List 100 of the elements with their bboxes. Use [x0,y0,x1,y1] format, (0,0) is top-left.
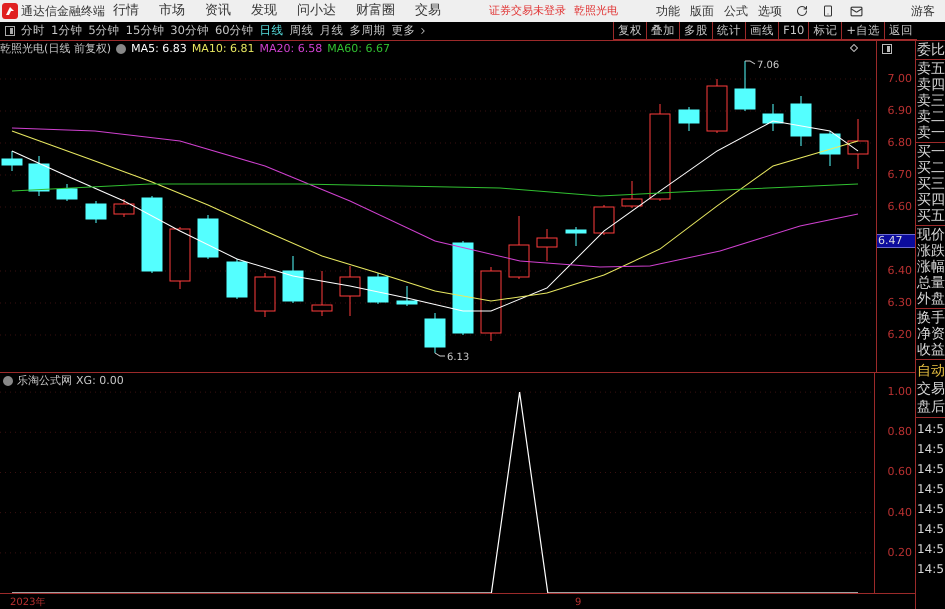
login-status: 证券交易未登录 [489,2,566,19]
leader-line [744,60,756,64]
candlestick [622,180,642,208]
tool-button[interactable]: 多股 [679,22,712,40]
tool-button[interactable]: F10 [778,22,808,40]
menu-item[interactable]: 功能 [656,2,680,20]
moving-average-value: MA10: 6.81 [192,40,255,57]
quote-label: 涨跌 [916,243,945,259]
menu-item[interactable]: 财富圈 [356,1,395,21]
current-price-tag: 6.47 [877,234,915,248]
menu-item[interactable]: 市场 [159,1,185,21]
tool-button[interactable]: 叠加 [646,22,680,40]
app-title: 通达信金融终端 [21,3,106,20]
candlestick [170,226,190,290]
quote-label: 买五 [916,208,945,224]
candlestick [734,60,756,112]
candlestick [312,270,332,316]
period-tab[interactable]: 1分钟 [51,22,82,40]
date-axis-label: 2023年 [10,596,46,609]
period-tab[interactable]: 月线 [320,22,344,40]
trade-time: 14:5 [916,521,945,537]
price-tick-label: 6.20 [888,329,912,341]
candlestick [536,228,558,262]
price-tick-label: 6.30 [888,297,912,309]
quote-label: 卖二 [916,109,945,125]
quote-label: 买一 [916,144,945,160]
quote-label: 卖四 [916,77,945,93]
candlestick [790,96,812,146]
candlestick [56,184,78,202]
quote-label: 卖三 [916,93,945,109]
dropdown-icon[interactable] [3,376,13,386]
candlestick [848,118,868,170]
candlestick [340,266,360,316]
menu-item[interactable]: 发现 [251,1,277,21]
quote-label: 委比 [916,42,945,58]
moving-average-value: MA60: 6.67 [327,40,390,57]
tool-button[interactable]: 画线 [745,22,778,40]
trade-time: 14:5 [916,421,945,437]
diamond-icon[interactable] [850,44,858,52]
indicator-tick-label: 0.20 [888,546,912,559]
candlestick [254,272,276,318]
menu-item[interactable]: 行情 [113,1,139,21]
period-tab[interactable]: 更多 [392,22,416,40]
period-tab[interactable]: 60分钟 [214,22,254,40]
trade-time: 14:5 [916,501,945,517]
period-tab[interactable]: 30分钟 [170,22,209,40]
indicator-tick-label: 1.00 [888,386,912,398]
session-label: 盘后 [916,398,945,415]
candlestick [396,286,418,306]
tool-button[interactable]: +自选 [841,22,884,40]
quote-label: 卖一 [916,125,945,141]
price-tick-label: 6.70 [888,169,912,181]
price-tick-label: 7.00 [888,73,912,85]
quote-label: 涨幅 [916,259,945,275]
quote-label: 卖五 [916,61,945,77]
menu-item[interactable]: 版面 [690,2,714,20]
period-tab[interactable]: 周线 [290,22,314,40]
tool-button[interactable]: 标记 [808,22,842,40]
menu-item[interactable]: 资讯 [205,1,231,21]
tool-button[interactable]: 复权 [613,22,646,40]
period-tab[interactable]: 日线 [260,22,284,40]
tool-button[interactable]: 返回 [884,22,917,40]
session-label: 交易 [916,380,945,397]
price-tick-label: 6.60 [888,201,912,213]
menu-item[interactable]: 交易 [415,1,441,21]
low-price-label: 6.13 [447,351,470,365]
auto-mode-label[interactable]: 自动 [916,360,945,379]
candlestick [198,214,218,260]
date-axis-label: 9 [575,596,582,609]
refresh-icon[interactable] [796,5,808,17]
menu-item[interactable]: 公式 [724,2,748,20]
quote-label: 外盘 [916,291,945,307]
quote-label: 现价 [916,227,945,243]
panel-toggle-icon[interactable] [5,26,15,36]
quote-label: 总量 [916,275,945,291]
price-tick-label: 6.90 [888,105,912,117]
indicator-reading: XG: 0.00 [76,372,124,389]
period-tab[interactable]: 多周期 [350,22,386,40]
indicator-tick-label: 0.80 [888,426,912,438]
tool-button[interactable]: 统计 [712,22,746,40]
panel-icon[interactable] [882,44,892,54]
candlestick [706,78,728,134]
mail-icon[interactable] [850,4,863,18]
period-tab[interactable]: 分时 [21,22,45,40]
user-label[interactable]: 游客 [911,2,935,20]
dropdown-icon[interactable] [116,44,126,54]
period-tab[interactable]: 5分钟 [88,22,120,40]
candlestick [566,226,586,246]
trade-time: 14:5 [916,481,945,497]
indicator-title: 乐淘公式网 [17,372,72,389]
indicator-tick-label: 0.60 [888,466,912,478]
period-tab[interactable]: 15分钟 [126,22,164,40]
candlestick [114,198,134,218]
menu-item[interactable]: 问小达 [297,1,336,21]
moving-average-value: MA5: 6.83 [131,40,187,57]
quote-label: 买三 [916,176,945,192]
phone-icon[interactable] [822,5,834,17]
moving-average-value: MA20: 6.58 [260,40,322,57]
candlestick [820,130,840,166]
menu-item[interactable]: 选项 [758,2,782,20]
